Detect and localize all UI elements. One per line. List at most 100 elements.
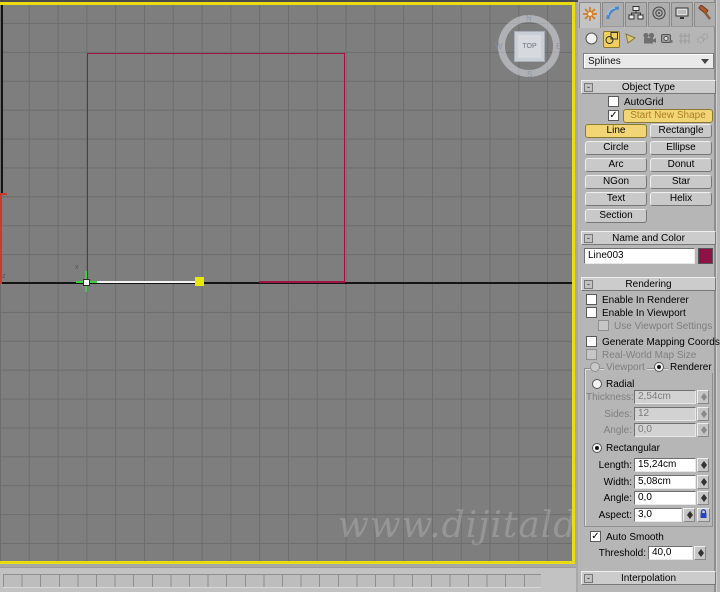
- autogrid-checkbox[interactable]: [608, 96, 619, 107]
- rectangle-button[interactable]: Rectangle: [650, 124, 712, 138]
- thickness-field[interactable]: 2,54cm: [634, 390, 696, 404]
- aspect-spinner[interactable]: [683, 508, 695, 522]
- collapse-icon[interactable]: -: [584, 83, 593, 92]
- top-viewport[interactable]: x z TOP N S W E www.dijitalde: [0, 2, 575, 564]
- rollout-title: Name and Color: [612, 233, 685, 244]
- tape-measure-icon: [660, 32, 673, 48]
- watermark-text: www.dijitalde: [338, 505, 572, 546]
- length-field[interactable]: 15,24cm: [634, 458, 696, 472]
- create-icon: [582, 6, 598, 25]
- donut-button[interactable]: Donut: [650, 158, 712, 172]
- angle2-spinner[interactable]: [697, 491, 709, 505]
- collapse-icon[interactable]: -: [584, 280, 593, 289]
- line-vertex-marker[interactable]: [195, 277, 204, 286]
- text-button[interactable]: Text: [585, 192, 647, 206]
- generate-mapping-label: Generate Mapping Coords.: [602, 337, 720, 348]
- track-bar-ticks[interactable]: [3, 574, 541, 588]
- real-world-label: Real-World Map Size: [602, 350, 697, 361]
- object-name-field[interactable]: Line003: [584, 248, 695, 264]
- star-button[interactable]: Star: [650, 175, 712, 189]
- tab-display[interactable]: [671, 2, 693, 27]
- hammer-icon: [697, 4, 713, 24]
- category-lights[interactable]: [622, 31, 639, 48]
- circle-button[interactable]: Circle: [585, 141, 647, 155]
- sides-label: Sides:: [604, 409, 632, 420]
- aspect-field[interactable]: 3,0: [634, 508, 682, 522]
- radial-radio-label: Radial: [606, 379, 635, 390]
- tab-utilities[interactable]: [694, 2, 716, 27]
- collapse-icon[interactable]: -: [584, 234, 593, 243]
- use-viewport-settings-label: Use Viewport Settings: [614, 321, 713, 332]
- offscreen-shape-edge: [0, 193, 2, 284]
- ngon-button[interactable]: NGon: [585, 175, 647, 189]
- section-button[interactable]: Section: [585, 209, 647, 223]
- track-bar[interactable]: [0, 567, 576, 592]
- arc-button[interactable]: Arc: [585, 158, 647, 172]
- enable-in-renderer-checkbox[interactable]: [586, 294, 597, 305]
- viewcube-south[interactable]: S: [527, 70, 532, 79]
- collapse-icon[interactable]: -: [584, 574, 593, 583]
- auto-smooth-checkbox[interactable]: ✓: [590, 531, 601, 542]
- angle2-label: Angle:: [603, 493, 632, 504]
- motion-icon: [651, 5, 667, 24]
- real-world-checkbox[interactable]: [586, 349, 597, 360]
- angle2-field[interactable]: 0,0: [634, 491, 696, 505]
- angle-spinner[interactable]: [697, 423, 709, 437]
- geometry-sphere-icon: [585, 32, 598, 48]
- sides-field[interactable]: 12: [634, 407, 696, 421]
- helix-button[interactable]: Helix: [650, 192, 712, 206]
- rollout-title: Rendering: [625, 279, 672, 290]
- spline-rectangle[interactable]: [87, 53, 345, 283]
- enable-in-viewport-checkbox[interactable]: [586, 307, 597, 318]
- category-geometry[interactable]: [583, 31, 600, 48]
- rollout-title: Interpolation: [620, 573, 677, 584]
- first-vertex-marker[interactable]: [83, 279, 90, 286]
- viewport-grid[interactable]: x z TOP N S W E www.dijitalde: [0, 5, 572, 561]
- rollout-name-color[interactable]: - Name and Color: [581, 231, 716, 245]
- rectangular-radio[interactable]: [592, 443, 602, 453]
- viewport-radio[interactable]: [590, 362, 600, 372]
- viewcube-west[interactable]: W: [495, 42, 503, 51]
- rollout-object-type[interactable]: - Object Type: [581, 80, 716, 94]
- viewcube-east[interactable]: E: [556, 42, 561, 51]
- line-button[interactable]: Line: [585, 124, 647, 138]
- category-helpers[interactable]: [658, 31, 675, 48]
- tab-create[interactable]: [579, 2, 601, 28]
- angle-field[interactable]: 0,0: [634, 423, 696, 437]
- command-panel: Splines - Object Type AutoGrid ✓ Start N…: [578, 0, 720, 592]
- thickness-label: Thickness:: [586, 392, 634, 403]
- aspect-lock-button[interactable]: [697, 508, 710, 522]
- auto-smooth-label: Auto Smooth: [606, 532, 664, 543]
- threshold-field[interactable]: 40,0: [648, 546, 693, 560]
- shape-category-dropdown[interactable]: Splines: [583, 53, 714, 69]
- generate-mapping-checkbox[interactable]: [586, 336, 597, 347]
- renderer-radio[interactable]: [654, 362, 664, 372]
- thickness-spinner[interactable]: [697, 390, 709, 404]
- tab-motion[interactable]: [648, 2, 670, 27]
- width-spinner[interactable]: [697, 475, 709, 489]
- aspect-label: Aspect:: [598, 510, 632, 521]
- object-color-swatch[interactable]: [698, 248, 713, 264]
- start-new-shape-checkbox[interactable]: ✓: [608, 110, 619, 121]
- tab-modify[interactable]: [602, 2, 624, 27]
- length-spinner[interactable]: [697, 458, 709, 472]
- viewcube-north[interactable]: N: [526, 14, 532, 23]
- ellipse-button[interactable]: Ellipse: [650, 141, 712, 155]
- hierarchy-icon: [628, 5, 644, 24]
- sides-spinner[interactable]: [697, 407, 709, 421]
- viewcube-top-face[interactable]: TOP: [514, 31, 545, 62]
- rollout-rendering[interactable]: - Rendering: [581, 277, 716, 291]
- category-cameras[interactable]: [640, 31, 657, 48]
- line-in-progress: [87, 281, 199, 283]
- start-new-shape-button[interactable]: Start New Shape: [623, 109, 713, 123]
- category-systems[interactable]: [694, 31, 711, 48]
- rollout-interpolation[interactable]: - Interpolation: [581, 571, 716, 585]
- radial-radio[interactable]: [592, 379, 602, 389]
- tab-hierarchy[interactable]: [625, 2, 647, 27]
- width-field[interactable]: 5,08cm: [634, 475, 696, 489]
- viewport-radio-label: Viewport: [604, 362, 647, 373]
- threshold-spinner[interactable]: [694, 546, 706, 560]
- use-viewport-settings-checkbox[interactable]: [598, 320, 609, 331]
- category-space-warps[interactable]: [676, 31, 693, 48]
- category-shapes[interactable]: [603, 31, 620, 48]
